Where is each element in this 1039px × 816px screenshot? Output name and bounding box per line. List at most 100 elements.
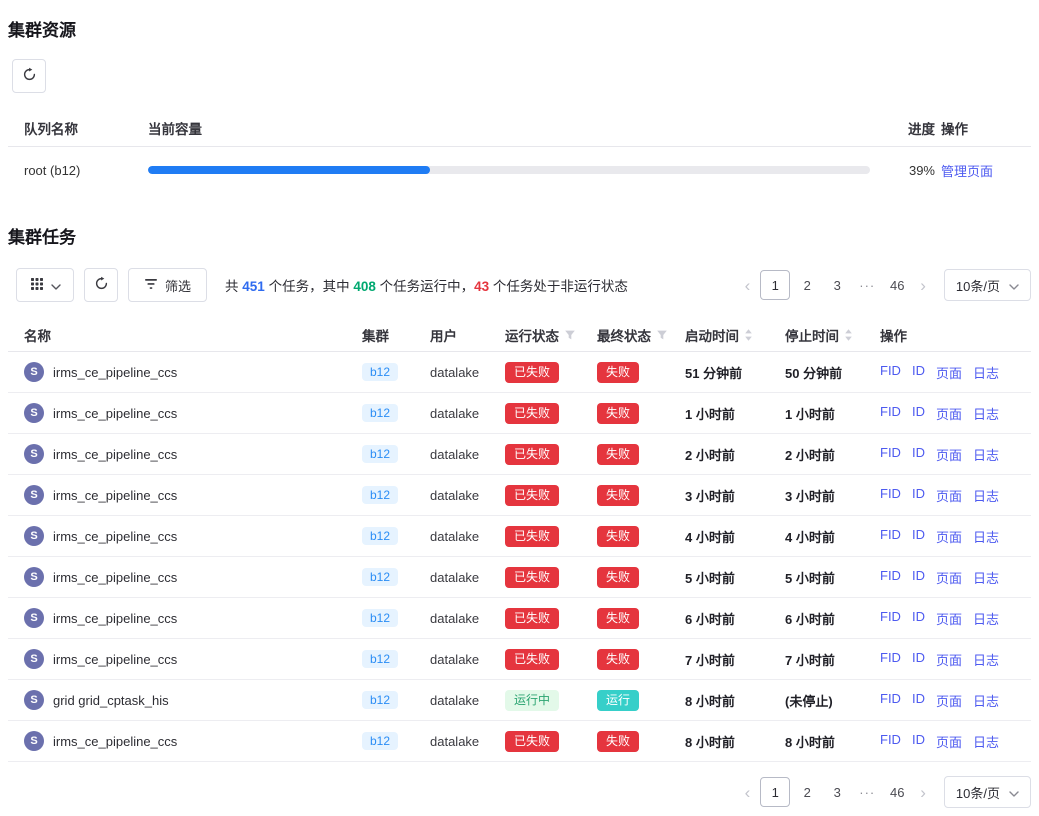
pagination-page-46[interactable]: 46 bbox=[884, 777, 910, 807]
task-action-page[interactable]: 页面 bbox=[936, 650, 962, 669]
task-start-time: 3 小时前 bbox=[685, 486, 785, 505]
task-action-page[interactable]: 页面 bbox=[936, 527, 962, 546]
cluster-badge: b12 bbox=[362, 445, 398, 463]
task-action-log[interactable]: 日志 bbox=[973, 445, 999, 464]
run-status-badge: 已失败 bbox=[505, 403, 559, 424]
task-avatar: S bbox=[30, 571, 37, 583]
task-action-log[interactable]: 日志 bbox=[973, 527, 999, 546]
task-row: S irms_ce_pipeline_ccs b12 datalake 已失败 … bbox=[8, 598, 1031, 639]
pagination: ‹123···46› bbox=[739, 777, 932, 807]
task-action-fid[interactable]: FID bbox=[880, 363, 901, 382]
task-avatar: S bbox=[30, 366, 37, 378]
sort-icon[interactable] bbox=[744, 328, 753, 342]
tasks-section-title: 集群任务 bbox=[8, 223, 1031, 248]
task-action-fid[interactable]: FID bbox=[880, 445, 901, 464]
column-filter-icon[interactable] bbox=[656, 329, 668, 341]
tasks-header-stop-time[interactable]: 停止时间 bbox=[785, 325, 880, 345]
header-label: 最终状态 bbox=[597, 325, 651, 345]
task-action-log[interactable]: 日志 bbox=[973, 404, 999, 423]
pagination-prev[interactable]: ‹ bbox=[739, 784, 757, 801]
task-action-id[interactable]: ID bbox=[912, 445, 925, 464]
task-action-log[interactable]: 日志 bbox=[973, 732, 999, 751]
task-actions: FID ID 页面日志 bbox=[880, 445, 1031, 464]
task-action-id[interactable]: ID bbox=[912, 527, 925, 546]
resources-section-title: 集群资源 bbox=[8, 16, 1031, 41]
task-action-log[interactable]: 日志 bbox=[973, 568, 999, 587]
task-action-fid[interactable]: FID bbox=[880, 650, 901, 669]
pagination-page-1[interactable]: 1 bbox=[760, 270, 790, 300]
task-action-fid[interactable]: FID bbox=[880, 486, 901, 505]
task-name: irms_ce_pipeline_ccs bbox=[53, 529, 177, 544]
task-name: grid grid_cptask_his bbox=[53, 693, 169, 708]
pagination-page-2[interactable]: 2 bbox=[794, 777, 820, 807]
task-avatar: S bbox=[30, 694, 37, 706]
task-action-page[interactable]: 页面 bbox=[936, 404, 962, 423]
task-action-page[interactable]: 页面 bbox=[936, 486, 962, 505]
page-size-label: 10条/页 bbox=[956, 783, 1000, 802]
tasks-header-final-status[interactable]: 最终状态 bbox=[597, 325, 685, 345]
task-action-log[interactable]: 日志 bbox=[973, 609, 999, 628]
column-settings-button[interactable] bbox=[16, 268, 74, 302]
column-filter-icon[interactable] bbox=[564, 329, 576, 341]
tasks-header-run-status[interactable]: 运行状态 bbox=[505, 325, 597, 345]
run-status-badge: 已失败 bbox=[505, 362, 559, 383]
tasks-header-start-time[interactable]: 启动时间 bbox=[685, 325, 785, 345]
page-size-select[interactable]: 10条/页 bbox=[944, 776, 1031, 808]
task-action-log[interactable]: 日志 bbox=[973, 486, 999, 505]
task-action-page[interactable]: 页面 bbox=[936, 732, 962, 751]
task-user: datalake bbox=[430, 734, 505, 749]
task-actions: FID ID 页面日志 bbox=[880, 568, 1031, 587]
task-action-id[interactable]: ID bbox=[912, 609, 925, 628]
sort-icon[interactable] bbox=[844, 328, 853, 342]
spark-avatar: S bbox=[24, 608, 44, 628]
task-row: S irms_ce_pipeline_ccs b12 datalake 已失败 … bbox=[8, 516, 1031, 557]
task-action-fid[interactable]: FID bbox=[880, 527, 901, 546]
task-action-page[interactable]: 页面 bbox=[936, 568, 962, 587]
pagination-page-3[interactable]: 3 bbox=[824, 777, 850, 807]
task-action-page[interactable]: 页面 bbox=[936, 445, 962, 464]
task-action-id[interactable]: ID bbox=[912, 363, 925, 382]
task-user: datalake bbox=[430, 652, 505, 667]
tasks-summary: 共 451 个任务，其中 408 个任务运行中，43 个任务处于非运行状态 bbox=[225, 275, 628, 295]
cluster-badge: b12 bbox=[362, 486, 398, 504]
tasks-toolbar: 筛选 共 451 个任务，其中 408 个任务运行中，43 个任务处于非运行状态… bbox=[8, 268, 1031, 302]
task-action-id[interactable]: ID bbox=[912, 568, 925, 587]
cluster-badge: b12 bbox=[362, 363, 398, 381]
task-action-id[interactable]: ID bbox=[912, 404, 925, 423]
pagination-next[interactable]: › bbox=[914, 784, 932, 801]
pagination-page-2[interactable]: 2 bbox=[794, 270, 820, 300]
task-action-log[interactable]: 日志 bbox=[973, 691, 999, 710]
task-action-fid[interactable]: FID bbox=[880, 732, 901, 751]
pagination-prev[interactable]: ‹ bbox=[739, 277, 757, 294]
tasks-header-cluster: 集群 bbox=[362, 325, 430, 345]
filter-icon bbox=[144, 278, 158, 293]
pagination-page-1[interactable]: 1 bbox=[760, 777, 790, 807]
manage-page-link[interactable]: 管理页面 bbox=[941, 164, 993, 179]
task-action-fid[interactable]: FID bbox=[880, 691, 901, 710]
task-action-id[interactable]: ID bbox=[912, 691, 925, 710]
task-action-page[interactable]: 页面 bbox=[936, 691, 962, 710]
pagination-page-46[interactable]: 46 bbox=[884, 270, 910, 300]
task-start-time: 7 小时前 bbox=[685, 650, 785, 669]
tasks-refresh-button[interactable] bbox=[84, 268, 118, 302]
task-stop-time: 6 小时前 bbox=[785, 609, 880, 628]
task-action-id[interactable]: ID bbox=[912, 650, 925, 669]
header-label: 停止时间 bbox=[785, 325, 839, 345]
task-action-id[interactable]: ID bbox=[912, 732, 925, 751]
task-action-page[interactable]: 页面 bbox=[936, 363, 962, 382]
refresh-icon bbox=[94, 276, 109, 294]
task-action-page[interactable]: 页面 bbox=[936, 609, 962, 628]
page: 集群资源 队列名称 当前容量 进度 操作 root (b12) 39% 管理页面 bbox=[0, 0, 1039, 816]
task-action-id[interactable]: ID bbox=[912, 486, 925, 505]
resources-refresh-button[interactable] bbox=[12, 59, 46, 93]
chevron-down-icon bbox=[1009, 785, 1019, 800]
task-action-fid[interactable]: FID bbox=[880, 568, 901, 587]
task-action-log[interactable]: 日志 bbox=[973, 650, 999, 669]
pagination-next[interactable]: › bbox=[914, 277, 932, 294]
pagination-page-3[interactable]: 3 bbox=[824, 270, 850, 300]
task-action-fid[interactable]: FID bbox=[880, 609, 901, 628]
page-size-select[interactable]: 10条/页 bbox=[944, 269, 1031, 301]
task-action-fid[interactable]: FID bbox=[880, 404, 901, 423]
task-action-log[interactable]: 日志 bbox=[973, 363, 999, 382]
filter-button[interactable]: 筛选 bbox=[128, 268, 207, 302]
